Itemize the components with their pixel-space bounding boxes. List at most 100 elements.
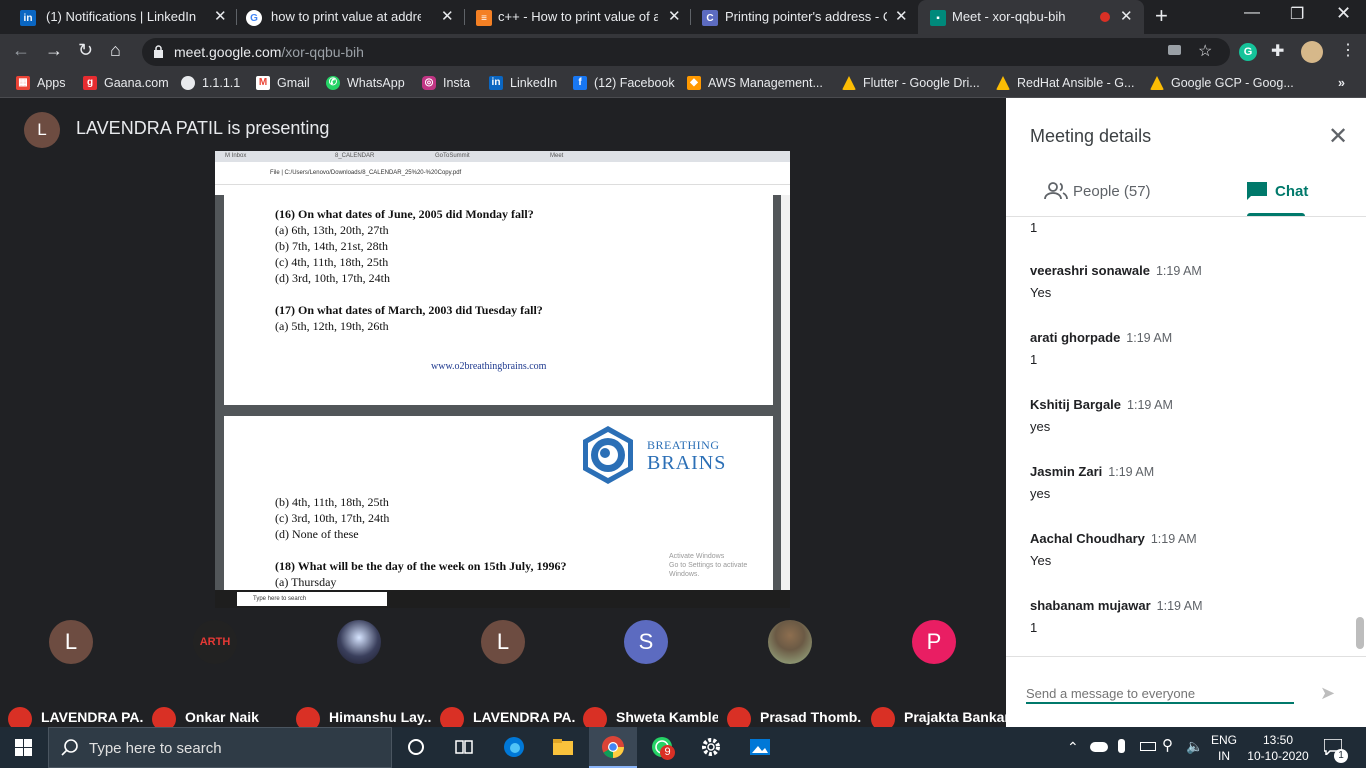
chat-message: shabanam mujawar 1:19 AM 1 (1030, 598, 1203, 635)
bookmark-facebook[interactable]: f (12) Facebook (573, 76, 675, 90)
participant-tile[interactable]: Himanshu Lay... (288, 620, 431, 731)
gaana-icon: g (83, 76, 97, 90)
shared-screen: M Inbox 8_CALENDAR GoToSummit Meet File … (215, 151, 790, 608)
chat-message-input[interactable] (1026, 684, 1294, 704)
chat-message: 1 (1030, 217, 1037, 235)
cortana-icon[interactable] (404, 735, 428, 759)
file-explorer-icon[interactable] (551, 735, 575, 759)
chrome-icon[interactable] (601, 735, 625, 759)
bookmark-gaana[interactable]: g Gaana.com (83, 76, 169, 90)
tab-label: (1) Notifications | LinkedIn (46, 9, 197, 24)
activate-subtitle: Go to Settings to activate Windows. (669, 562, 748, 578)
close-icon[interactable]: ✕ (214, 7, 227, 25)
bookmark-gcp-drive[interactable]: Google GCP - Goog... (1150, 76, 1294, 90)
tab-google-search[interactable]: G how to print value at address in ✕ (238, 0, 464, 34)
tab-linkedin[interactable]: in (1) Notifications | LinkedIn ✕ (0, 0, 236, 34)
meet-icon: ▪ (930, 10, 946, 26)
taskbar-search-box[interactable]: Type here to search (48, 727, 392, 768)
menu-icon[interactable]: ⋮ (1340, 40, 1356, 60)
bookmark-ansible-drive[interactable]: RedHat Ansible - G... (996, 76, 1134, 90)
tab-label: Printing pointer's address - C+ (725, 9, 887, 24)
chat-messages[interactable]: 1 veerashri sonawale 1:19 AM Yes arati gh… (1006, 217, 1366, 657)
close-icon[interactable]: ✕ (1120, 7, 1133, 25)
send-icon[interactable]: ➤ (1320, 683, 1335, 704)
profile-avatar[interactable] (1301, 41, 1323, 63)
minimize-button[interactable]: — (1244, 4, 1260, 22)
clock[interactable]: 13:50 10-10-2020 (1246, 732, 1310, 764)
extensions-icon[interactable]: ✚ (1271, 41, 1284, 61)
shared-url: File | C:/Users/Lenovo/Downloads/8_CALEN… (270, 170, 462, 176)
close-icon[interactable]: ✕ (668, 7, 681, 25)
more-bookmarks-icon[interactable]: » (1338, 76, 1345, 90)
window-close-button[interactable]: ✕ (1336, 3, 1351, 24)
chat-message: Aachal Choudhary 1:19 AM Yes (1030, 531, 1197, 568)
close-icon[interactable]: ✕ (441, 7, 454, 25)
restore-button[interactable]: ❐ (1290, 4, 1304, 24)
bookmark-label: Gmail (277, 76, 310, 90)
back-icon[interactable]: ← (12, 40, 30, 61)
battery-icon[interactable] (1140, 742, 1156, 751)
tray-chevron-icon[interactable]: ⌃ (1067, 739, 1079, 755)
message-sender: Jasmin Zari (1030, 464, 1103, 479)
onedrive-icon[interactable] (1090, 742, 1108, 752)
participant-tile[interactable]: ARTH Onkar Naik (144, 620, 287, 731)
bookmark-apps[interactable]: ▦ Apps (16, 76, 66, 90)
participant-tile[interactable]: L LAVENDRA PA... (0, 620, 143, 731)
bookmark-insta[interactable]: ◎ Insta (422, 76, 470, 90)
bookmark-flutter-drive[interactable]: Flutter - Google Dri... (842, 76, 980, 90)
grammarly-icon[interactable]: G (1239, 43, 1257, 61)
avatar: L (49, 620, 93, 664)
forward-icon[interactable]: → (45, 40, 63, 61)
address-bar[interactable]: meet.google.com/xor-qqbu-bih ☆ (142, 38, 1230, 66)
avatar (337, 620, 381, 664)
network-icon[interactable]: ⚲ (1162, 738, 1173, 754)
tab-label: how to print value at address in (271, 9, 421, 24)
bookmark-label: 1.1.1.1 (202, 76, 241, 90)
tab-chat[interactable]: Chat (1247, 182, 1308, 200)
participant-tile[interactable]: L LAVENDRA PA... (432, 620, 575, 731)
participant-tile[interactable]: P Prajakta Bankar (863, 620, 1006, 731)
participant-tile[interactable]: S Shweta Kamble (575, 620, 718, 731)
bookmark-gmail[interactable]: M Gmail (256, 76, 310, 90)
close-icon[interactable]: ✕ (895, 7, 908, 25)
message-time: 1:19 AM (1127, 398, 1173, 412)
bookmark-whatsapp[interactable]: ✆ WhatsApp (326, 76, 405, 90)
aws-icon: ◆ (687, 76, 701, 90)
linkedin-icon: in (20, 10, 36, 26)
bookmark-linkedin[interactable]: in LinkedIn (489, 76, 557, 90)
camera-icon[interactable] (1168, 45, 1181, 55)
chat-message: Jasmin Zari 1:19 AM yes (1030, 464, 1154, 501)
tab-people[interactable]: People (57) (1044, 182, 1151, 200)
meeting-details-panel: Meeting details ✕ People (57) Chat 1 vee… (1006, 98, 1366, 727)
tab-cplusplus[interactable]: C Printing pointer's address - C+ ✕ (692, 0, 918, 34)
shared-tab: GoToSummit (435, 153, 470, 159)
tab-stackoverflow[interactable]: ≡ c++ - How to print value of a V ✕ (466, 0, 690, 34)
bookmark-1111[interactable]: 1.1.1.1 (181, 76, 240, 90)
message-text: 1 (1030, 620, 1038, 635)
participant-name: Prajakta Bankar (904, 709, 1006, 725)
tab-meet[interactable]: ▪ Meet - xor-qqbu-bih ✕ (918, 0, 1144, 34)
photos-icon[interactable] (748, 735, 772, 759)
bookmark-label: Apps (37, 76, 66, 90)
task-view-icon[interactable] (452, 735, 476, 759)
volume-icon[interactable]: 🔈 (1186, 738, 1203, 754)
star-icon[interactable]: ☆ (1198, 41, 1212, 61)
microphone-icon[interactable] (1118, 739, 1125, 753)
option-text: (a) 5th, 12th, 19th, 26th (275, 319, 389, 333)
chat-scrollbar[interactable] (1356, 617, 1364, 649)
new-tab-button[interactable]: + (1155, 3, 1168, 29)
home-icon[interactable]: ⌂ (110, 40, 121, 61)
tab-divider (690, 9, 691, 25)
bookmarks-bar: ▦ Apps g Gaana.com 1.1.1.1 M Gmail ✆ WhatsAp… (0, 70, 1366, 98)
bookmark-aws[interactable]: ◆ AWS Management... (687, 76, 823, 90)
close-panel-button[interactable]: ✕ (1328, 122, 1348, 151)
settings-gear-icon[interactable] (699, 735, 723, 759)
message-time: 1:19 AM (1108, 465, 1155, 479)
participant-tile[interactable]: Prasad Thomb... (719, 620, 862, 731)
windows-start-icon[interactable] (15, 739, 32, 756)
reload-icon[interactable]: ↻ (78, 40, 93, 61)
language-indicator[interactable]: ENG IN (1208, 732, 1240, 764)
edge-icon[interactable] (502, 735, 526, 759)
message-time: 1:19 AM (1150, 532, 1197, 546)
message-sender: shabanam mujawar (1030, 598, 1151, 613)
